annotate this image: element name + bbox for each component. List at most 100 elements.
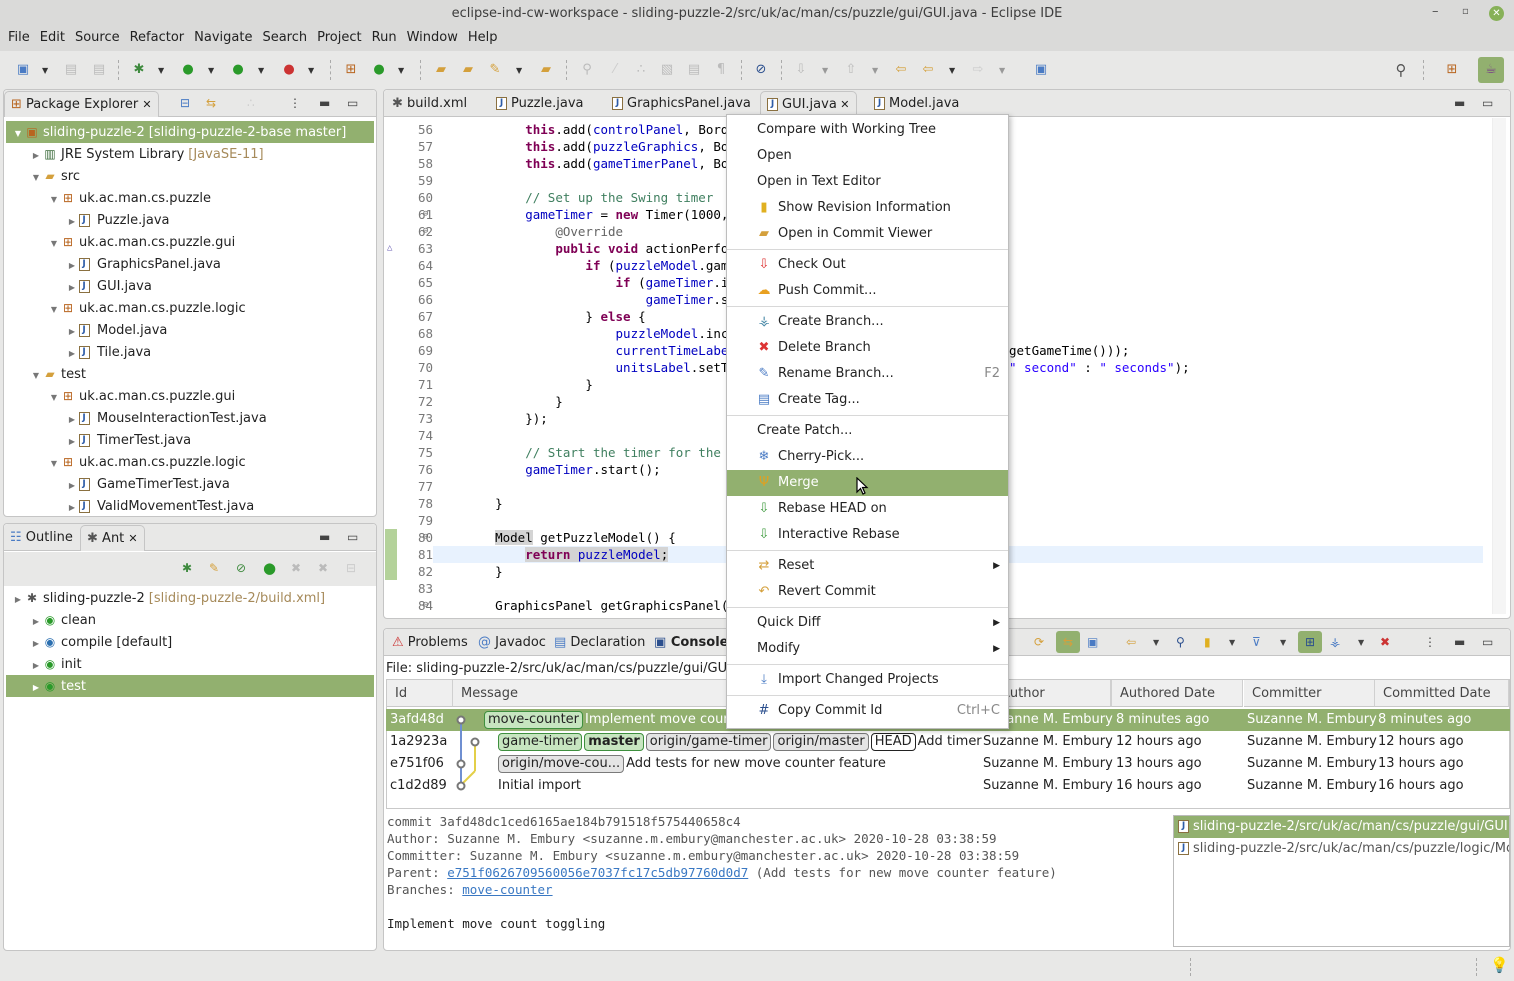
menu-item-rename-branch[interactable]: ✎ Rename Branch... F2 xyxy=(727,361,1008,387)
collapsed-arrow-icon[interactable]: ▶ xyxy=(66,211,78,233)
menu-search[interactable]: Search xyxy=(257,27,312,51)
run-target-icon[interactable]: ● xyxy=(263,559,276,577)
column-header[interactable]: Authored Date xyxy=(1112,680,1243,707)
debug-icon[interactable]: ✱ xyxy=(130,61,148,79)
tree-item[interactable]: ▼ ⊞ uk.ac.man.cs.puzzle.logic xyxy=(6,297,374,319)
refresh-icon[interactable]: ⟳ xyxy=(1034,635,1044,649)
expanded-arrow-icon[interactable]: ▼ xyxy=(30,365,42,387)
forward-dropdown-icon[interactable]: ▼ xyxy=(999,66,1005,75)
ref-badge[interactable]: origin/master xyxy=(773,732,869,751)
tab-declaration[interactable]: ▤ Declaration xyxy=(548,630,651,656)
expanded-arrow-icon[interactable]: ▼ xyxy=(12,123,24,145)
collapsed-arrow-icon[interactable]: ▶ xyxy=(30,633,42,655)
fold-icon[interactable]: ⊖ xyxy=(423,223,428,240)
link-selection-icon[interactable]: ⇆ xyxy=(1056,631,1080,653)
new-java-package-icon[interactable]: ⊞ xyxy=(342,61,360,79)
editor-tab[interactable]: ✱ build.xml xyxy=(386,91,473,117)
expanded-arrow-icon[interactable]: ▼ xyxy=(48,387,60,409)
editor-tab[interactable]: J Puzzle.java xyxy=(490,91,589,117)
maximize-editor-icon[interactable]: ▭ xyxy=(1482,96,1493,110)
tree-item[interactable]: ▶ J Tile.java xyxy=(6,341,374,363)
open-perspective-icon[interactable]: ⊞ xyxy=(1443,61,1461,79)
expanded-arrow-icon[interactable]: ▼ xyxy=(48,189,60,211)
menu-item-modify[interactable]: Modify ▶ xyxy=(727,636,1008,662)
fold-icon[interactable]: ⊖ xyxy=(423,206,428,223)
collapsed-arrow-icon[interactable]: ▶ xyxy=(66,321,78,343)
menu-refactor[interactable]: Refactor xyxy=(125,27,190,51)
tree-item[interactable]: ▶ J GraphicsPanel.java xyxy=(6,253,374,275)
menu-item-revert-commit[interactable]: ↶ Revert Commit xyxy=(727,579,1008,605)
changed-file-item[interactable]: Jsliding-puzzle-2/src/uk/ac/man/cs/puzzl… xyxy=(1174,816,1509,838)
tab-javadoc[interactable]: @ Javadoc xyxy=(472,630,552,656)
tab-outline[interactable]: ☷ Outline xyxy=(4,525,79,551)
minimize-view-icon[interactable]: ▬ xyxy=(319,96,330,110)
close-tab-icon[interactable]: ✕ xyxy=(128,532,137,545)
tree-item[interactable]: ▼ ⊞ uk.ac.man.cs.puzzle.gui xyxy=(6,231,374,253)
expanded-arrow-icon[interactable]: ▼ xyxy=(48,233,60,255)
tree-item[interactable]: ▶ ◉ clean xyxy=(6,609,374,631)
coverage-icon[interactable]: ● xyxy=(229,61,247,79)
menu-project[interactable]: Project xyxy=(312,27,366,51)
new-class-dropdown-icon[interactable]: ▼ xyxy=(398,66,404,75)
tab-problems[interactable]: ⚠ Problems xyxy=(386,630,474,656)
restore-button[interactable]: ▫ xyxy=(1462,0,1469,27)
pin-icon[interactable]: ▣ xyxy=(1087,635,1098,649)
search-icon[interactable]: ⚲ xyxy=(1392,61,1410,79)
menu-help[interactable]: Help xyxy=(463,27,503,51)
menu-window[interactable]: Window xyxy=(402,27,463,51)
collapsed-arrow-icon[interactable]: ▶ xyxy=(66,497,78,516)
minimize-view-icon[interactable]: ▬ xyxy=(319,530,330,544)
open-task-icon[interactable]: ▰ xyxy=(459,61,477,79)
menu-item-delete-branch[interactable]: ✖ Delete Branch xyxy=(727,335,1008,361)
commit-row[interactable]: 1a2923a game-timer master origin/game-timer… xyxy=(386,731,1510,753)
forward-icon[interactable]: ⇨ xyxy=(969,61,987,79)
menu-item-push-commit[interactable]: ☁ Push Commit... xyxy=(727,278,1008,304)
show-source-icon[interactable]: ▤ xyxy=(685,61,703,79)
add-buildfiles-icon[interactable]: ✱ xyxy=(182,561,192,575)
ref-badge[interactable]: game-timer xyxy=(498,732,583,751)
collapsed-arrow-icon[interactable]: ▶ xyxy=(66,343,78,365)
external-tools-icon[interactable]: ● xyxy=(280,61,298,79)
tab-package-explorer[interactable]: ⊞ Package Explorer ✕ xyxy=(4,91,159,117)
menu-item-copy-commit-id[interactable]: # Copy Commit Id Ctrl+C xyxy=(727,698,1008,724)
tree-item[interactable]: ▼ ⊞ uk.ac.man.cs.puzzle.gui xyxy=(6,385,374,407)
hide-internal-targets-icon[interactable]: ⊘ xyxy=(236,561,246,575)
debug-dropdown-icon[interactable]: ▼ xyxy=(158,66,164,75)
menu-navigate[interactable]: Navigate xyxy=(189,27,257,51)
collapse-all-icon[interactable]: ⊟ xyxy=(346,561,356,575)
ref-badge[interactable]: origin/game-timer xyxy=(645,732,772,751)
close-tab-icon[interactable]: ✕ xyxy=(142,98,151,111)
tree-item[interactable]: ▶ J TimerTest.java xyxy=(6,429,374,451)
show-branches-tags-icon[interactable]: ⚶ xyxy=(1330,635,1340,649)
new-dropdown-icon[interactable]: ▼ xyxy=(42,66,48,75)
tree-item[interactable]: ▼ ▰ test xyxy=(6,363,374,385)
tree-item[interactable]: ▼ ▣ sliding-puzzle-2 [sliding-puzzle-2-base… xyxy=(6,121,374,143)
search-buildfiles-icon[interactable]: ✎ xyxy=(209,561,219,575)
compare-dropdown-icon[interactable]: ▼ xyxy=(1153,638,1159,647)
collapsed-arrow-icon[interactable]: ▶ xyxy=(30,677,42,699)
column-header[interactable]: Committed Date xyxy=(1375,680,1509,707)
tree-item[interactable]: ▼ ⊞ uk.ac.man.cs.puzzle xyxy=(6,187,374,209)
maximize-view-icon[interactable]: ▭ xyxy=(347,530,358,544)
run-icon[interactable]: ● xyxy=(179,61,197,79)
tree-item[interactable]: ▶ ◉ init xyxy=(6,653,374,675)
back-icon[interactable]: ⇦ xyxy=(919,61,937,79)
skip-breakpoints-icon[interactable]: ⊘ xyxy=(752,61,770,79)
tree-item[interactable]: ▶ J ValidMovementTest.java xyxy=(6,495,374,516)
menu-item-interactive-rebase[interactable]: ⇩ Interactive Rebase xyxy=(727,522,1008,548)
filter-dropdown-icon[interactable]: ▼ xyxy=(1280,638,1286,647)
tree-item[interactable]: ▶ ◉ test xyxy=(6,675,374,697)
tree-item[interactable]: ▶ J Model.java xyxy=(6,319,374,341)
fold-icon[interactable]: ⊖ xyxy=(423,597,428,614)
commit-row[interactable]: c1d2d89 Initial import Suzanne M. Embury 16… xyxy=(386,775,1510,797)
compare-mode-icon[interactable]: ⇦ xyxy=(1126,635,1136,649)
ref-badge[interactable]: master xyxy=(584,732,644,751)
tree-item[interactable]: ▼ ⊞ uk.ac.man.cs.puzzle.logic xyxy=(6,451,374,473)
collapsed-arrow-icon[interactable]: ▶ xyxy=(12,589,24,611)
menu-item-create-patch[interactable]: Create Patch... xyxy=(727,418,1008,444)
minimize-view-icon[interactable]: ▬ xyxy=(1454,635,1465,649)
run-dropdown-icon[interactable]: ▼ xyxy=(208,66,214,75)
find-icon[interactable]: ⚲ xyxy=(1176,635,1185,649)
tree-item[interactable]: ▶ J GUI.java xyxy=(6,275,374,297)
menu-item-create-tag[interactable]: ▤ Create Tag... xyxy=(727,387,1008,413)
